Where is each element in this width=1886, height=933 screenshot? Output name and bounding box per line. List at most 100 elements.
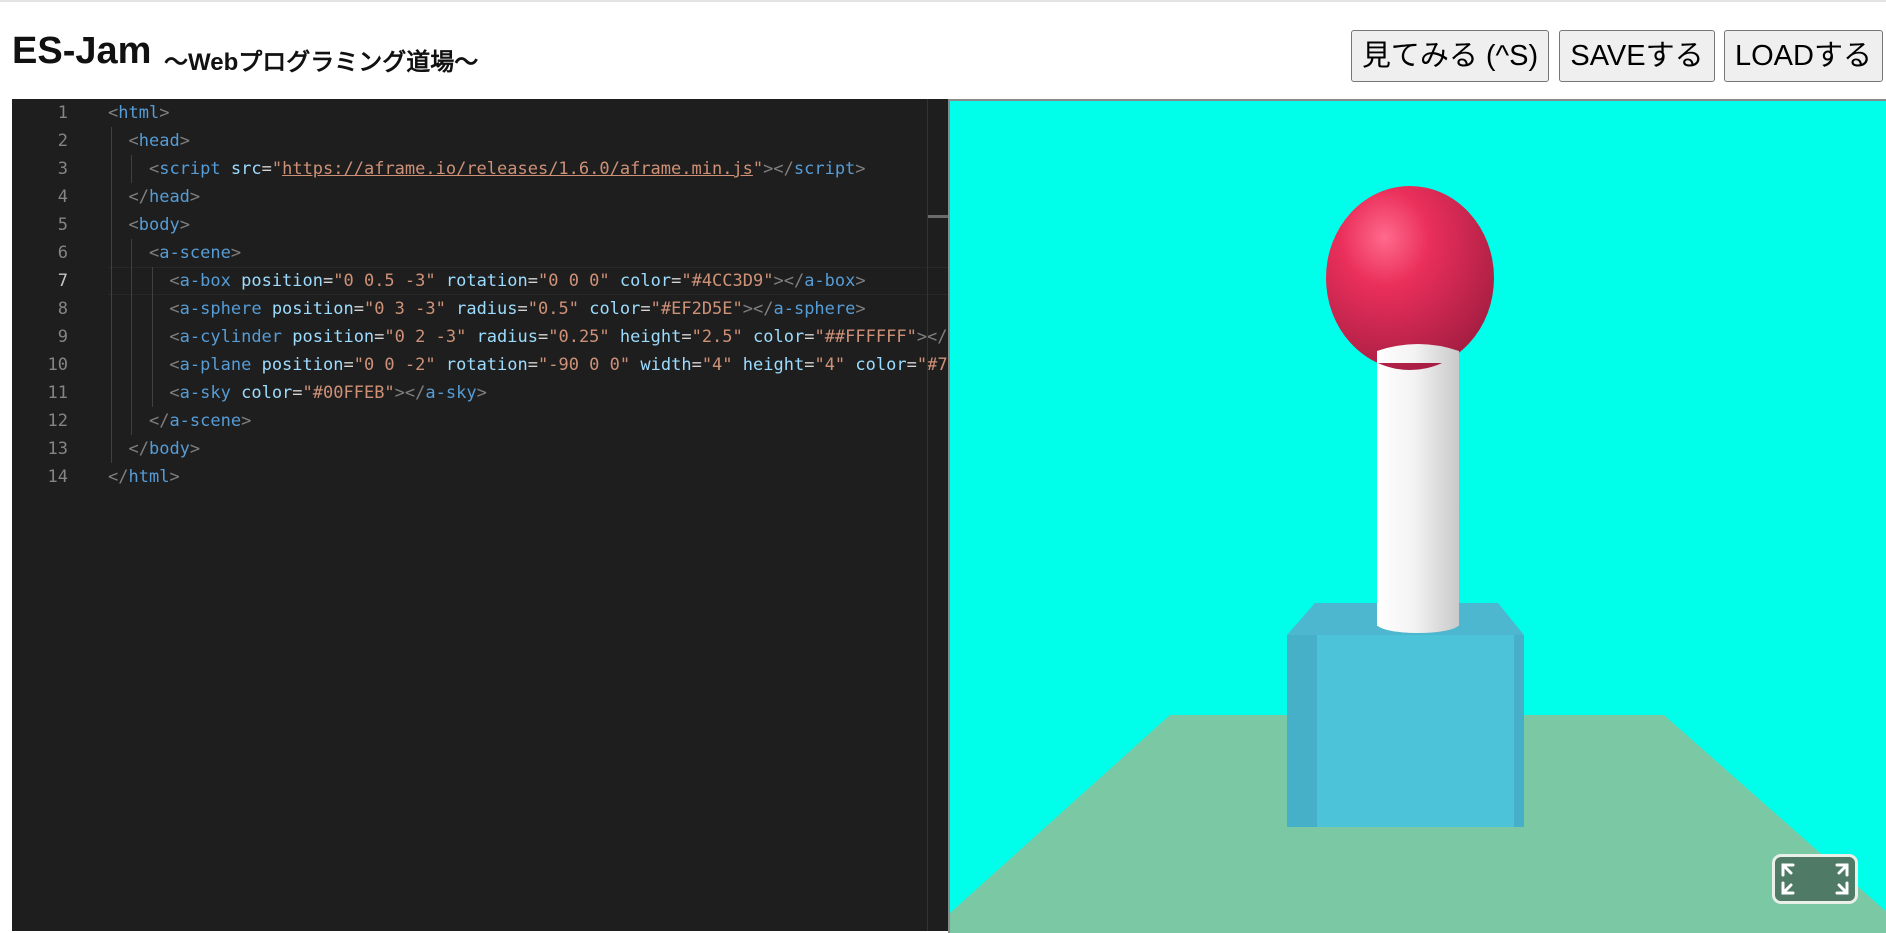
code-token: = [906,355,917,375]
line-number: 2 [57,131,68,151]
code-token: color [241,383,293,403]
code-line[interactable]: <body> [108,211,190,239]
code-editor[interactable]: 1 2 3 4 5 6 7 8 9 10 11 12 13 14 <html> <head> <scrip… [12,99,948,931]
code-token: = [537,327,549,347]
code-token: position [271,299,354,319]
code-token: > [189,187,201,207]
code-line[interactable]: </a-scene> [108,407,251,435]
code-token: = [374,327,385,347]
code-line[interactable]: <a-sky color="#00FFEB"></a-sky> [108,379,486,407]
code-token: head [138,131,180,151]
code-token: > [159,103,170,123]
line-number: 14 [47,467,68,487]
code-token: height [742,355,805,375]
code-token: > [241,411,252,431]
code-token: html [118,103,160,123]
editor-scrollbar[interactable] [927,99,928,931]
save-button[interactable]: SAVEする [1559,30,1715,82]
code-token: "0 3 -3" [363,299,446,319]
code-token: position [292,327,375,347]
code-token: ></ [916,327,948,347]
code-line[interactable]: <head> [108,127,190,155]
code-line[interactable]: <a-box position="0 0.5 -3" rotation="0 0… [108,267,866,295]
run-button[interactable]: 見てみる (^S) [1351,30,1549,82]
code-token: > [169,467,180,487]
code-token: = [804,355,815,375]
code-token: "0.5" [527,299,579,319]
code-line[interactable]: <a-plane position="0 0 -2" rotation="-90… [108,351,948,379]
code-token: color [589,299,641,319]
code-token: a-box [179,271,231,291]
code-token: "#EF2D5E" [650,299,743,319]
code-line[interactable]: <a-cylinder position="0 2 -3" radius="0.… [108,323,948,351]
code-token: > [855,271,866,291]
code-token: < [148,159,160,179]
code-token: " [752,159,764,179]
code-token: head [148,187,190,207]
line-number: 6 [57,243,68,263]
line-number: 11 [47,383,68,403]
code-line[interactable]: </head> [108,183,200,211]
code-token: = [323,271,334,291]
code-token: > [179,215,190,235]
code-token: > [179,131,190,151]
editor-scroll-thumb[interactable] [928,215,948,218]
box-front-face [1317,635,1514,827]
code-area[interactable]: <html> <head> <script src="https://afram… [108,99,948,931]
load-button[interactable]: LOADする [1724,30,1883,82]
code-token: color [753,327,805,347]
code-line[interactable]: <script src="https://aframe.io/releases/… [108,155,866,183]
line-number-gutter: 1 2 3 4 5 6 7 8 9 10 11 12 13 14 [12,99,84,931]
code-line[interactable]: <html> [108,99,169,127]
code-token: "0 0.5 -3" [333,271,436,291]
code-token: a-sphere [179,299,262,319]
line-number: 9 [57,327,68,347]
code-token: "0.25" [548,327,610,347]
cylinder [1377,351,1459,626]
code-token: </ [128,187,149,207]
code-token: "2.5" [691,327,743,347]
code-token: = [804,327,815,347]
code-token: "0 2 -3" [384,327,467,347]
sphere [1326,186,1494,370]
app-subtitle: 〜Webプログラミング道場〜 [164,49,479,76]
expand-icon [1781,863,1849,895]
code-token: body [138,215,180,235]
code-token: "#4CC3D9" [681,271,774,291]
code-token: color [619,271,672,291]
fullscreen-button[interactable] [1772,854,1858,904]
code-token: a-sky [425,383,477,403]
code-token: ></ [394,383,426,403]
code-line[interactable]: <a-scene> [108,239,241,267]
code-token: width [640,355,692,375]
line-number: 10 [47,355,68,375]
code-token: > [855,159,866,179]
code-line[interactable]: <a-sphere position="0 3 -3" radius="0.5"… [108,295,865,323]
code-token: a-sky [179,383,231,403]
app-header: ES-Jam 〜Webプログラミング道場〜 見てみる (^S) SAVEする L… [0,2,1886,98]
code-token: </ [108,467,129,487]
code-token: < [169,299,180,319]
code-line[interactable]: </body> [108,435,200,463]
code-token: = [517,299,528,319]
code-line[interactable]: </html> [108,463,180,491]
line-number: 13 [47,439,68,459]
code-token: < [108,103,119,123]
preview-pane[interactable] [948,99,1886,933]
code-token: = [671,271,682,291]
line-number: 8 [57,299,68,319]
code-token: "0 0 -2" [353,355,436,375]
code-token: < [169,271,180,291]
line-number: 5 [57,215,68,235]
